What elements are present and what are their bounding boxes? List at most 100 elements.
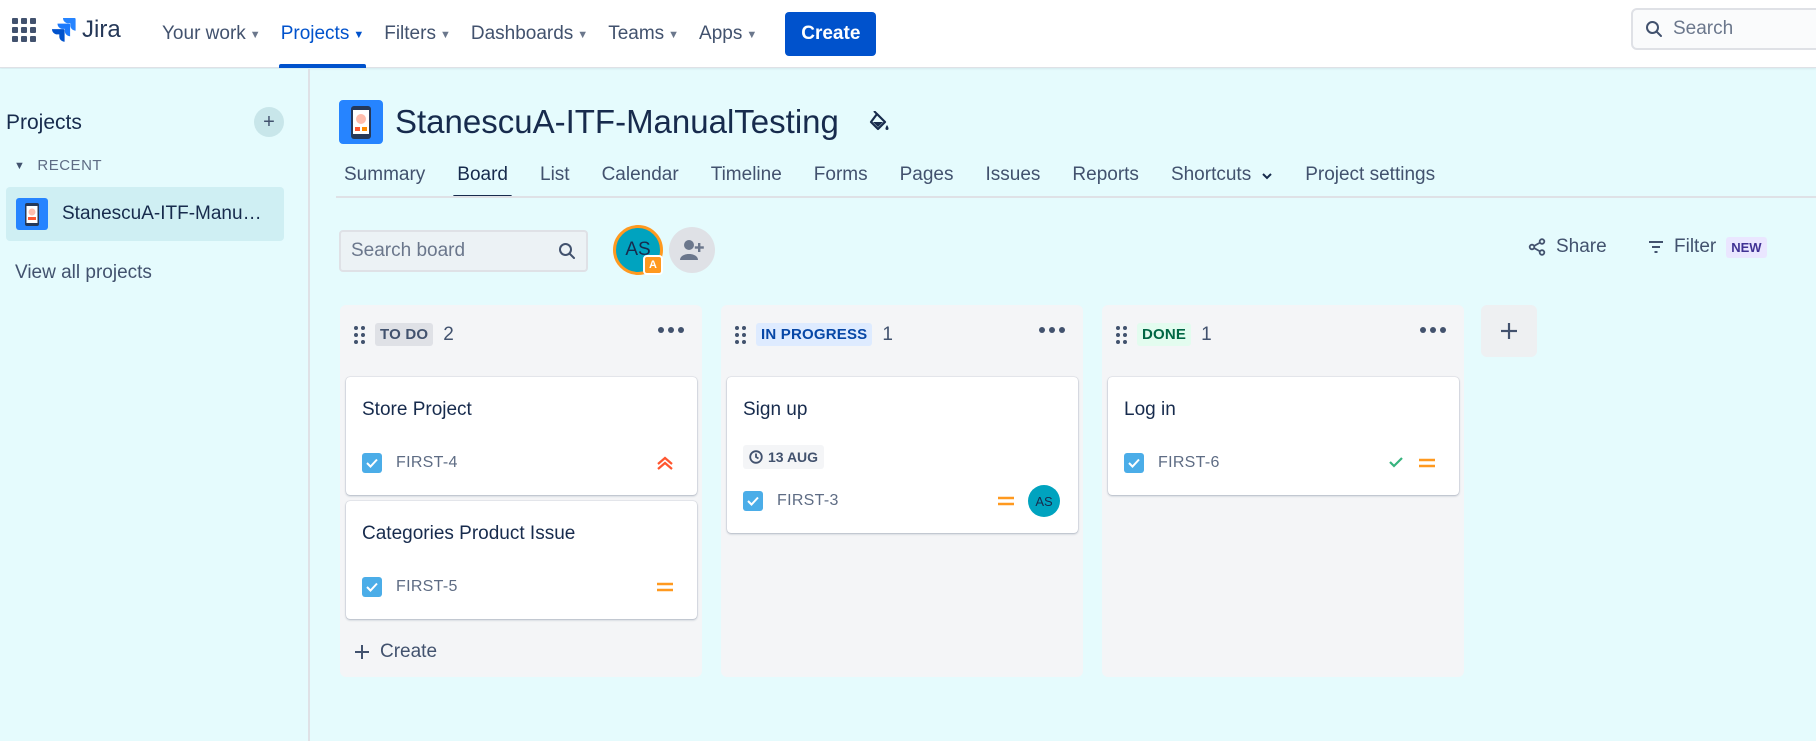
project-tabs: Summary Board List Calendar Timeline For… bbox=[336, 150, 1459, 198]
tab-reports[interactable]: Reports bbox=[1064, 150, 1147, 198]
tab-label: Reports bbox=[1072, 164, 1139, 185]
add-user-icon bbox=[680, 240, 704, 260]
filter-button[interactable]: Filter NEW bbox=[1648, 236, 1767, 258]
issue-key-row: FIRST-4 bbox=[362, 453, 458, 473]
app-switcher-icon[interactable] bbox=[12, 18, 36, 42]
add-column-button[interactable] bbox=[1481, 305, 1537, 357]
nav-apps[interactable]: Apps ▼ bbox=[689, 0, 767, 68]
sidebar-title: Projects bbox=[6, 111, 82, 134]
tab-timeline[interactable]: Timeline bbox=[703, 150, 790, 198]
issue-key-row: FIRST-6 bbox=[1124, 453, 1220, 473]
nav-menu: Your work ▼ Projects ▼ Filters ▼ Dashboards… bbox=[152, 0, 877, 68]
priority-highest-icon bbox=[657, 456, 673, 470]
tab-project-settings[interactable]: Project settings bbox=[1297, 150, 1443, 198]
issue-card[interactable]: Log in FIRST-6 bbox=[1108, 377, 1459, 495]
sidebar-project-name: StanescuA-ITF-ManualTesting bbox=[62, 203, 262, 224]
chevron-down-icon: ▼ bbox=[746, 29, 758, 41]
jira-logo[interactable]: Jira bbox=[52, 16, 121, 44]
search-icon bbox=[559, 243, 575, 259]
plus-icon bbox=[355, 645, 369, 659]
drag-handle-icon[interactable] bbox=[735, 325, 746, 344]
tab-label: Project settings bbox=[1305, 164, 1436, 185]
view-all-projects-link[interactable]: View all projects bbox=[15, 262, 152, 284]
clock-icon bbox=[749, 450, 763, 464]
drag-handle-icon[interactable] bbox=[1116, 325, 1127, 344]
sidebar-item-project[interactable]: StanescuA-ITF-ManualTesting bbox=[6, 187, 284, 241]
tab-list[interactable]: List bbox=[532, 150, 578, 198]
more-actions-icon[interactable] bbox=[1420, 327, 1446, 333]
nav-label: Filters bbox=[384, 23, 436, 44]
sidebar: Projects + ▼ RECENT StanescuA-ITF-Manual… bbox=[0, 69, 310, 741]
column-header: DONE 1 bbox=[1116, 323, 1212, 346]
issue-count: 2 bbox=[443, 323, 454, 345]
tab-summary[interactable]: Summary bbox=[336, 150, 433, 198]
create-button[interactable]: Create bbox=[785, 12, 877, 56]
tab-label: List bbox=[540, 164, 570, 185]
due-date: 13 AUG bbox=[768, 449, 819, 465]
tabs-divider bbox=[336, 196, 1816, 198]
issue-title: Sign up bbox=[743, 399, 808, 420]
tab-label: Issues bbox=[985, 164, 1041, 185]
project-header: StanescuA-ITF-ManualTesting bbox=[339, 100, 891, 144]
share-icon bbox=[1528, 238, 1546, 256]
assignee-avatar[interactable]: AS bbox=[1028, 485, 1060, 517]
search-placeholder: Search bbox=[1673, 18, 1734, 39]
board-search-input[interactable]: Search board bbox=[339, 230, 588, 272]
project-title: StanescuA-ITF-ManualTesting bbox=[395, 103, 839, 140]
chevron-down-icon: ▼ bbox=[353, 29, 365, 41]
issue-key[interactable]: FIRST-5 bbox=[396, 578, 458, 596]
create-issue-button[interactable]: Create bbox=[354, 641, 437, 663]
issue-card[interactable]: Categories Product Issue FIRST-5 bbox=[346, 501, 697, 619]
issue-card[interactable]: Store Project FIRST-4 bbox=[346, 377, 697, 495]
chevron-down-icon: ▼ bbox=[439, 29, 451, 41]
tab-board[interactable]: Board bbox=[449, 150, 516, 198]
status-lozenge: TO DO bbox=[375, 323, 434, 346]
issue-count: 1 bbox=[882, 323, 893, 345]
status-lozenge: DONE bbox=[1137, 323, 1192, 346]
chevron-down-icon: ▼ bbox=[577, 29, 589, 41]
more-actions-icon[interactable] bbox=[658, 327, 684, 333]
tab-issues[interactable]: Issues bbox=[977, 150, 1048, 198]
status-lozenge: IN PROGRESS bbox=[756, 323, 873, 346]
more-actions-icon[interactable] bbox=[1039, 327, 1065, 333]
tab-label: Timeline bbox=[710, 164, 782, 185]
nav-filters[interactable]: Filters ▼ bbox=[374, 0, 461, 68]
top-navigation: Jira Your work ▼ Projects ▼ Filters ▼ Dashb… bbox=[0, 0, 1816, 68]
tab-label: Calendar bbox=[601, 164, 679, 185]
global-search-input[interactable]: Search bbox=[1631, 8, 1816, 50]
nav-projects[interactable]: Projects ▼ bbox=[271, 0, 375, 68]
issue-title: Store Project bbox=[362, 399, 472, 420]
filter-label: Filter bbox=[1674, 236, 1717, 257]
task-type-icon bbox=[362, 453, 382, 473]
tab-calendar[interactable]: Calendar bbox=[594, 150, 687, 198]
add-project-button[interactable]: + bbox=[254, 107, 284, 137]
nav-label: Dashboards bbox=[470, 23, 574, 44]
nav-your-work[interactable]: Your work ▼ bbox=[152, 0, 271, 68]
tab-forms[interactable]: Forms bbox=[806, 150, 876, 198]
issue-count: 1 bbox=[1201, 323, 1212, 345]
nav-dashboards[interactable]: Dashboards ▼ bbox=[461, 0, 598, 68]
column-header: TO DO 2 bbox=[354, 323, 454, 346]
paint-bucket-icon[interactable] bbox=[869, 111, 891, 135]
share-label: Share bbox=[1556, 236, 1607, 257]
nav-label: Projects bbox=[280, 23, 350, 44]
priority-medium-icon bbox=[998, 496, 1014, 506]
issue-key[interactable]: FIRST-3 bbox=[777, 492, 839, 510]
tab-pages[interactable]: Pages bbox=[892, 150, 962, 198]
share-button[interactable]: Share bbox=[1528, 236, 1607, 258]
nav-teams[interactable]: Teams ▼ bbox=[598, 0, 689, 68]
nav-label: Teams bbox=[608, 23, 665, 44]
issue-key[interactable]: FIRST-4 bbox=[396, 454, 458, 472]
drag-handle-icon[interactable] bbox=[354, 325, 365, 344]
jira-logo-text: Jira bbox=[82, 16, 121, 43]
assignee-initials: AS bbox=[1035, 493, 1053, 509]
issue-card[interactable]: Sign up 13 AUG FIRST-3 AS bbox=[727, 377, 1078, 533]
tab-label: Board bbox=[457, 164, 508, 185]
tab-shortcuts[interactable]: Shortcuts bbox=[1163, 150, 1281, 198]
issue-key[interactable]: FIRST-6 bbox=[1158, 454, 1220, 472]
recent-section-toggle[interactable]: ▼ RECENT bbox=[14, 157, 102, 174]
tab-label: Summary bbox=[344, 164, 426, 185]
task-type-icon bbox=[1124, 453, 1144, 473]
priority-medium-icon bbox=[657, 582, 673, 592]
add-people-button[interactable] bbox=[669, 227, 715, 273]
